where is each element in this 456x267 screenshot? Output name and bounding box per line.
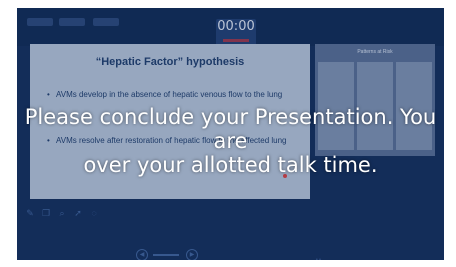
time-warning-message: Please conclude your Presentation. You a… [17, 105, 444, 177]
presenter-view: 00:00 “Hepatic Factor” hypothesis AVMs d… [17, 8, 444, 260]
warning-line-1: Please conclude your Presentation. You a… [24, 105, 437, 153]
screenshot-frame: 00:00 “Hepatic Factor” hypothesis AVMs d… [0, 0, 456, 267]
warning-line-2: over your allotted talk time. [83, 153, 378, 177]
